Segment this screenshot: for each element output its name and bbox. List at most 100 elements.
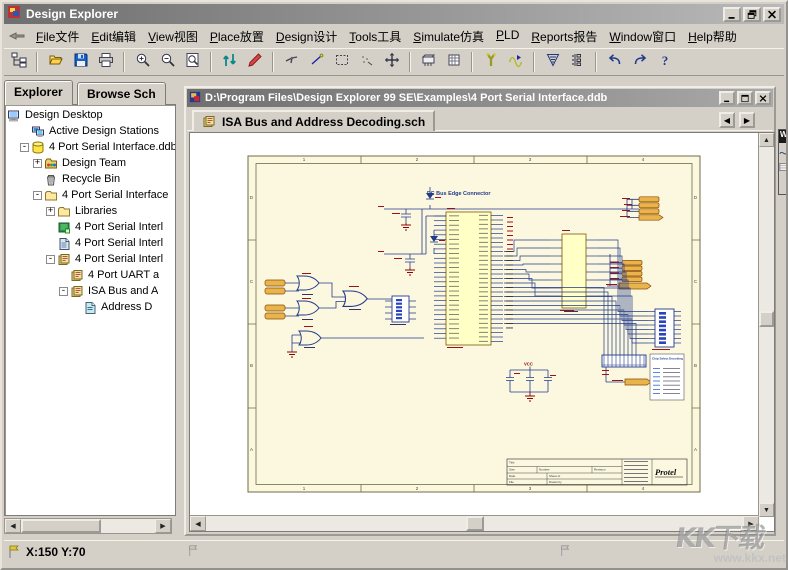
menu-pld[interactable]: PLD xyxy=(490,26,525,47)
menu-simulate[interactable]: Simulate仿真 xyxy=(407,26,490,47)
palette-title[interactable]: Wi xyxy=(779,130,788,143)
zoom-in-button[interactable] xyxy=(130,51,155,74)
part-grid-button[interactable] xyxy=(441,51,466,74)
tree-item[interactable]: -4 Port Serial Interface xyxy=(5,187,175,203)
doc-minimize-button[interactable] xyxy=(719,91,735,105)
bus-tool-button[interactable] xyxy=(779,161,788,173)
select-rect-button[interactable] xyxy=(329,51,354,74)
filter-button[interactable] xyxy=(540,51,565,74)
close-button[interactable] xyxy=(763,7,781,22)
minimize-button[interactable] xyxy=(723,7,741,22)
menu-reports[interactable]: Reports报告 xyxy=(525,26,603,47)
sort-updown-button[interactable] xyxy=(217,51,242,74)
wrench-button[interactable] xyxy=(478,51,503,74)
restore-button[interactable] xyxy=(743,7,761,22)
dip-switch-b[interactable] xyxy=(655,309,674,347)
move-cross-icon xyxy=(384,52,400,73)
tree-item[interactable]: Design Desktop xyxy=(5,107,175,123)
menu-help[interactable]: Help帮助 xyxy=(682,26,743,47)
tree-item[interactable]: + Design Team xyxy=(5,155,175,171)
tree-item[interactable]: Address D xyxy=(5,299,175,315)
tree-item[interactable]: 4 Port UART a xyxy=(5,267,175,283)
scroll-thumb[interactable] xyxy=(21,519,101,533)
chip-select-note[interactable]: Chip Select Decoding xyxy=(650,354,684,400)
resistor-pack[interactable] xyxy=(602,355,646,367)
doc-hscrollbar[interactable]: ◀ ▶ xyxy=(190,515,759,531)
scroll-left-button[interactable]: ◀ xyxy=(5,519,21,533)
protel-logo: Protel xyxy=(655,467,677,477)
expand-toggle-button[interactable]: - xyxy=(33,191,42,200)
tb-file-label: File xyxy=(509,480,514,484)
zoom-out-button[interactable] xyxy=(155,51,180,74)
explorer-hscrollbar[interactable]: ◀ ▶ xyxy=(4,518,172,534)
paste-special-button[interactable] xyxy=(354,51,379,74)
tree-item[interactable]: +Libraries xyxy=(5,203,175,219)
scroll-up-button[interactable]: ▲ xyxy=(759,133,774,147)
tree-item[interactable]: Recycle Bin xyxy=(5,171,175,187)
schematic-canvas[interactable]: 11223344DDCCBBAA PC Bus Edge Connector xyxy=(190,133,760,517)
menu-place[interactable]: Place放置 xyxy=(204,26,270,47)
vscroll-thumb[interactable] xyxy=(759,311,774,327)
menu-design[interactable]: Design设计 xyxy=(270,26,343,47)
doc-maximize-button[interactable] xyxy=(737,91,753,105)
tab-explorer[interactable]: Explorer xyxy=(4,80,73,105)
doc-vscrollbar[interactable]: ▲ ▼ xyxy=(758,133,774,517)
move-cross-button[interactable] xyxy=(379,51,404,74)
tree-item[interactable]: 4 Port Serial Interl xyxy=(5,219,175,235)
print-button[interactable] xyxy=(93,51,118,74)
decoder-part[interactable] xyxy=(562,234,586,308)
undo-button[interactable] xyxy=(602,51,627,74)
scroll-down-button[interactable]: ▼ xyxy=(759,503,774,517)
expand-toggle-button[interactable]: - xyxy=(59,287,68,296)
tree-item[interactable]: - 4 Port Serial Interface.ddb xyxy=(5,139,175,155)
tree-item[interactable]: 4 Port Serial Interl xyxy=(5,235,175,251)
scroll-left-button[interactable]: ◀ xyxy=(190,516,206,531)
menu-file[interactable]: File文件 xyxy=(30,26,85,47)
tree-item-label: 4 Port Serial Interface.ddb xyxy=(49,141,175,153)
redo-button[interactable] xyxy=(627,51,652,74)
filter-icon xyxy=(545,52,561,73)
menu-view[interactable]: View视图 xyxy=(142,26,204,47)
run-wave-button[interactable] xyxy=(503,51,528,74)
pin-config-button[interactable] xyxy=(565,51,590,74)
doc-close-button[interactable] xyxy=(755,91,771,105)
expand-toggle-button[interactable]: + xyxy=(33,159,42,168)
toolbar-separator xyxy=(533,52,535,72)
wiring-tools-palette[interactable]: Wi xyxy=(778,129,788,195)
tab-scroll-right-button[interactable]: ▶ xyxy=(739,112,755,128)
tree-view-button[interactable] xyxy=(6,51,31,74)
draw-line-button[interactable] xyxy=(304,51,329,74)
tree-item[interactable]: -ISA Bus and A xyxy=(5,283,175,299)
folder-icon xyxy=(44,189,59,202)
zoom-page-button[interactable] xyxy=(180,51,205,74)
ruler-letter: B xyxy=(250,363,253,368)
hscroll-thumb[interactable] xyxy=(466,516,484,531)
document-titlebar: D:\Program Files\Design Explorer 99 SE\E… xyxy=(187,89,773,107)
help-button[interactable]: ? xyxy=(652,51,677,74)
expand-toggle-button[interactable]: - xyxy=(46,255,55,264)
expand-toggle-button[interactable]: + xyxy=(46,207,55,216)
svg-text:?: ? xyxy=(661,53,668,68)
save-button[interactable] xyxy=(68,51,93,74)
sch-icon xyxy=(70,269,85,282)
expand-toggle-button[interactable]: - xyxy=(20,143,29,152)
menu-tools[interactable]: Tools工具 xyxy=(343,26,407,47)
part-bed-button[interactable] xyxy=(416,51,441,74)
tab-scroll-left-button[interactable]: ◀ xyxy=(719,112,735,128)
tree-item-label: Design Team xyxy=(62,157,126,169)
tree-item-label: 4 Port Serial Interl xyxy=(75,221,163,233)
tab-isa-bus-sch[interactable]: ISA Bus and Address Decoding.sch xyxy=(192,110,435,131)
scroll-right-button[interactable]: ▶ xyxy=(155,519,171,533)
toolbar-separator xyxy=(36,52,38,72)
menu-window[interactable]: Window窗口 xyxy=(603,26,682,47)
tree-item[interactable]: -4 Port Serial Interl xyxy=(5,251,175,267)
wire-tool-button[interactable] xyxy=(779,146,788,158)
scroll-right-button[interactable]: ▶ xyxy=(743,516,759,531)
zoom-in-icon xyxy=(135,52,151,73)
probe-button[interactable] xyxy=(279,51,304,74)
tab-browse-sch[interactable]: Browse Sch xyxy=(77,82,166,105)
open-button[interactable] xyxy=(43,51,68,74)
edit-pen-button[interactable] xyxy=(242,51,267,74)
menu-edit[interactable]: Edit编辑 xyxy=(85,26,142,47)
tree-item[interactable]: Active Design Stations xyxy=(5,123,175,139)
